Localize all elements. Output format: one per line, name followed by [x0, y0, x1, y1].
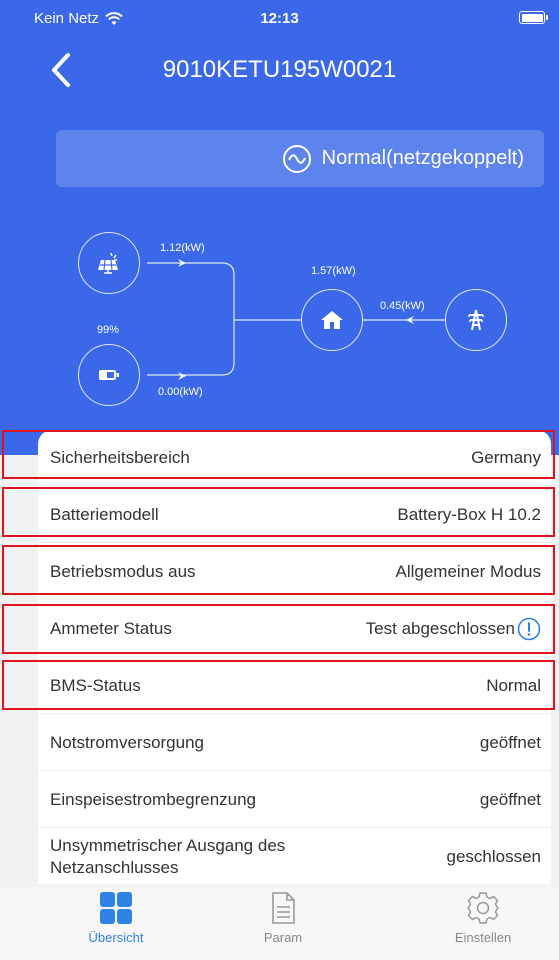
row-ammeter-status[interactable]: Ammeter Status Test abgeschlossen: [38, 601, 551, 657]
bottom-tab-bar: Übersicht Param Einstellen: [0, 887, 559, 960]
battery-icon: [99, 370, 119, 380]
row-label-line2: Netzanschlusses: [50, 857, 179, 877]
row-label: Unsymmetrischer Ausgang des Netzanschlus…: [50, 835, 285, 879]
tab-overview[interactable]: Übersicht: [46, 891, 186, 945]
row-value: geschlossen: [446, 846, 541, 866]
battery-status-icon: [519, 11, 548, 24]
row-value: Test abgeschlossen: [365, 618, 515, 638]
power-tower-icon: [468, 309, 484, 331]
sine-wave-icon: [282, 144, 311, 173]
battery-soc-label: 99%: [97, 324, 120, 336]
row-label-line1: Unsymmetrischer Ausgang des: [50, 835, 286, 855]
row-value: Normal: [486, 675, 541, 695]
info-card: Sicherheitsbereich Germany Batteriemodel…: [38, 430, 551, 884]
home-node[interactable]: [301, 289, 363, 351]
row-bms-status[interactable]: BMS-Status Normal: [38, 658, 551, 714]
row-safety-region[interactable]: Sicherheitsbereich Germany: [38, 430, 551, 486]
page-title: 9010KETU195W0021: [162, 56, 397, 83]
row-label: BMS-Status: [50, 675, 141, 695]
status-time: 12:13: [260, 10, 299, 27]
row-operating-mode[interactable]: Betriebsmodus aus Allgemeiner Modus: [38, 544, 551, 600]
row-label: Einspeisestrombegrenzung: [50, 789, 257, 809]
solar-panel-icon: [98, 252, 118, 274]
home-icon: [321, 311, 343, 329]
row-backup-power[interactable]: Notstromversorgung geöffnet: [38, 715, 551, 771]
battery-power-label: 0.00(kW): [158, 386, 203, 398]
row-value: Battery-Box H 10.2: [397, 504, 541, 524]
gear-icon: [467, 892, 499, 924]
operating-mode-text: Normal(netzgekoppelt): [321, 147, 524, 169]
home-power-label: 1.57(kW): [311, 265, 356, 277]
energy-flow-diagram: 1.12(kW) 99% 0.00(kW) 1.57(kW) 0.45(kW): [0, 200, 559, 440]
battery-node[interactable]: [78, 344, 140, 406]
tab-param[interactable]: Param: [213, 891, 353, 945]
row-unbalanced-output[interactable]: Unsymmetrischer Ausgang des Netzanschlus…: [38, 829, 551, 884]
solar-panel-node[interactable]: [78, 232, 140, 294]
row-value: geöffnet: [479, 732, 541, 752]
operating-mode-box: Normal(netzgekoppelt): [56, 130, 544, 187]
row-label: Betriebsmodus aus: [50, 561, 196, 581]
status-bar: Kein Netz 12:13: [0, 0, 559, 36]
row-value: Allgemeiner Modus: [395, 561, 541, 581]
info-icon[interactable]: [517, 617, 541, 641]
tab-overview-label: Übersicht: [88, 930, 144, 945]
row-value: Germany: [471, 447, 541, 467]
row-label: Sicherheitsbereich: [50, 447, 190, 467]
tab-settings[interactable]: Einstellen: [413, 891, 553, 945]
row-label: Notstromversorgung: [50, 732, 205, 752]
header-panel: Kein Netz 12:13 9010KETU195W0021 Normal(…: [0, 0, 559, 455]
tab-param-label: Param: [263, 930, 303, 945]
row-label: Ammeter Status: [50, 618, 172, 638]
grid-node[interactable]: [445, 289, 507, 351]
tab-settings-label: Einstellen: [454, 930, 512, 945]
document-icon: [272, 892, 295, 924]
row-value: geöffnet: [479, 789, 541, 809]
grid-power-label: 0.45(kW): [380, 300, 425, 312]
row-label: Batteriemodell: [50, 504, 159, 524]
overview-grid-icon: [100, 892, 132, 924]
pv-power-label: 1.12(kW): [160, 242, 205, 254]
row-feed-in-limit[interactable]: Einspeisestrombegrenzung geöffnet: [38, 772, 551, 828]
row-value-container: Test abgeschlossen: [366, 617, 541, 641]
row-battery-model[interactable]: Batteriemodell Battery-Box H 10.2: [38, 487, 551, 543]
